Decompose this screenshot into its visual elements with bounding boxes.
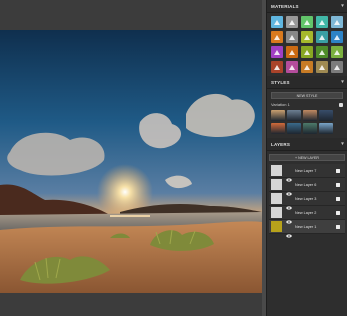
material-swatch[interactable] — [316, 31, 328, 43]
materials-grid — [267, 13, 347, 76]
material-swatch[interactable] — [286, 61, 298, 73]
style-thumbnails — [271, 110, 343, 134]
material-swatch[interactable] — [286, 16, 298, 28]
layer-thumbnail — [271, 193, 282, 204]
collapse-icon[interactable]: ▾ — [341, 3, 344, 9]
layer-visibility-checkbox[interactable] — [336, 224, 340, 229]
material-swatch[interactable] — [316, 61, 328, 73]
eye-icon[interactable] — [286, 183, 292, 196]
eye-icon[interactable] — [286, 211, 292, 224]
layer-row[interactable]: New Layer 3 — [269, 192, 345, 210]
layers-area: + NEW LAYER New Layer 7 New Layer 6 New La… — [267, 151, 347, 238]
material-swatch[interactable] — [271, 46, 283, 58]
materials-header[interactable]: MATERIALS ▾ — [267, 0, 347, 13]
layer-name: New Layer 7 — [295, 168, 317, 173]
material-swatch[interactable] — [301, 46, 313, 58]
layers-header[interactable]: LAYERS ▾ — [267, 138, 347, 151]
layer-name: New Layer 6 — [295, 182, 317, 187]
material-swatch[interactable] — [286, 46, 298, 58]
layer-name: New Layer 2 — [295, 210, 317, 215]
style-thumbnail[interactable] — [287, 110, 301, 121]
new-style-button[interactable]: NEW STYLE — [271, 92, 343, 99]
material-swatch[interactable] — [331, 31, 343, 43]
cactus-icon — [303, 58, 311, 76]
material-swatch[interactable] — [316, 16, 328, 28]
layer-row[interactable]: New Layer 7 — [269, 164, 345, 182]
layer-thumbnail — [271, 179, 282, 190]
collapse-icon[interactable]: ▾ — [341, 141, 344, 147]
styles-header[interactable]: STYLES ▾ — [267, 76, 347, 89]
collapse-icon[interactable]: ▾ — [341, 79, 344, 85]
layers-list: New Layer 7 New Layer 6 New Layer 3 New Lay… — [269, 164, 345, 238]
sand-icon — [318, 58, 326, 76]
layer-row[interactable]: New Layer 2 — [269, 206, 345, 224]
layer-visibility-checkbox[interactable] — [336, 196, 340, 201]
layer-thumbnail — [271, 207, 282, 218]
add-layer-button[interactable]: + NEW LAYER — [269, 154, 345, 161]
house-icon — [333, 58, 341, 76]
style-thumbnail[interactable] — [287, 123, 301, 134]
layer-name: New Layer 3 — [295, 196, 317, 201]
material-swatch[interactable] — [271, 31, 283, 43]
variation-indicator-icon[interactable] — [339, 102, 343, 107]
layer-visibility-checkbox[interactable] — [336, 210, 340, 215]
style-thumbnail[interactable] — [319, 123, 333, 134]
right-panel: MATERIALS ▾ STYLES ▾ NEW STYLE Variation… — [266, 0, 347, 316]
rock-icon — [273, 58, 281, 76]
eye-icon[interactable] — [286, 169, 292, 182]
variation-row[interactable]: Variation 1 — [271, 102, 343, 107]
layer-thumbnail — [271, 221, 282, 232]
layers-title: LAYERS — [271, 141, 291, 147]
eye-icon[interactable] — [286, 225, 292, 238]
variation-label: Variation 1 — [271, 102, 290, 107]
style-thumbnail[interactable] — [271, 110, 285, 121]
layer-name: New Layer 1 — [295, 224, 317, 229]
material-swatch[interactable] — [331, 46, 343, 58]
materials-title: MATERIALS — [271, 3, 299, 9]
canvas-workspace[interactable] — [0, 0, 266, 316]
style-thumbnail[interactable] — [271, 123, 285, 134]
material-swatch[interactable] — [316, 46, 328, 58]
material-swatch[interactable] — [301, 16, 313, 28]
styles-area: NEW STYLE Variation 1 — [267, 89, 347, 134]
eye-icon[interactable] — [286, 197, 292, 210]
material-swatch[interactable] — [301, 61, 313, 73]
layer-thumbnail — [271, 165, 282, 176]
material-swatch[interactable] — [331, 16, 343, 28]
styles-title: STYLES — [271, 79, 290, 85]
style-thumbnail[interactable] — [319, 110, 333, 121]
landscape-image[interactable] — [0, 30, 262, 293]
material-swatch[interactable] — [301, 31, 313, 43]
material-swatch[interactable] — [286, 31, 298, 43]
layer-row[interactable]: New Layer 6 — [269, 178, 345, 196]
tree-icon — [288, 58, 296, 76]
layer-visibility-checkbox[interactable] — [336, 182, 340, 187]
material-swatch[interactable] — [271, 16, 283, 28]
style-thumbnail[interactable] — [303, 123, 317, 134]
material-swatch[interactable] — [331, 61, 343, 73]
material-swatch[interactable] — [271, 61, 283, 73]
style-thumbnail[interactable] — [303, 110, 317, 121]
layer-visibility-checkbox[interactable] — [336, 168, 340, 173]
layer-row[interactable]: New Layer 1 — [269, 220, 345, 238]
